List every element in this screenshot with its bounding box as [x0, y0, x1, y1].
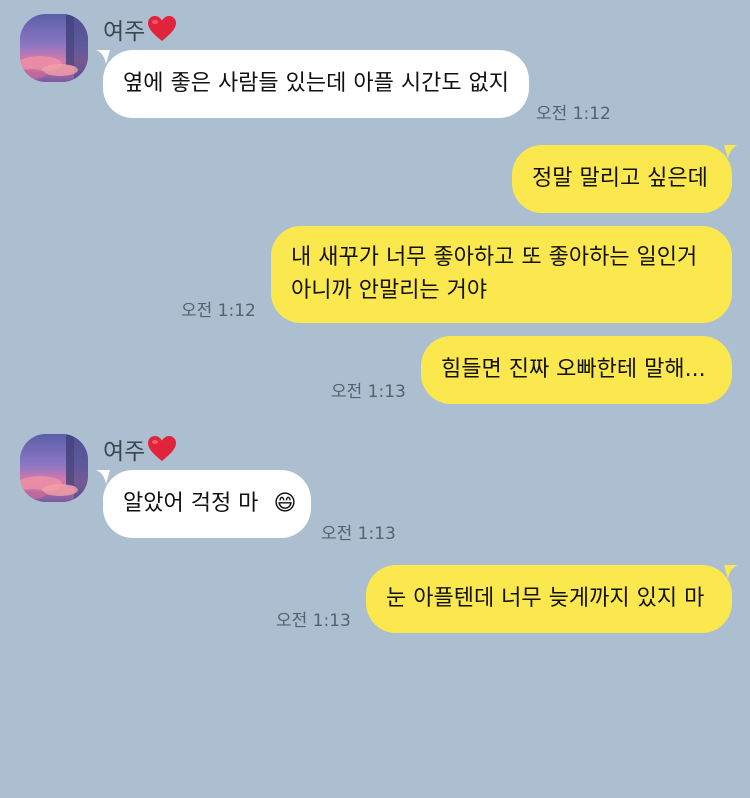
- sender-name: 여주: [103, 439, 146, 465]
- message-bubble-outgoing[interactable]: 힘들면 진짜 오빠한테 말해...: [421, 336, 732, 404]
- sender-name: 여주: [103, 19, 146, 45]
- message-bubble-incoming[interactable]: 옆에 좋은 사람들 있는데 아플 시간도 없지: [103, 50, 530, 118]
- message-time: 오전 1:13: [276, 611, 351, 631]
- message-bubble-incoming[interactable]: 알았어 걱정 마 😄: [103, 470, 311, 538]
- message-time: 오전 1:13: [321, 524, 396, 544]
- message-bubble-outgoing[interactable]: 눈 아플텐데 너무 늦게까지 있지 마: [366, 565, 732, 633]
- message-time: 오전 1:12: [181, 301, 256, 321]
- avatar-image: [20, 434, 88, 502]
- red-heart-icon: [147, 15, 177, 43]
- message-bubble-outgoing[interactable]: 내 새꾸가 너무 좋아하고 또 좋아하는 일인거 아니까 안말리는 거야: [271, 226, 732, 323]
- message-text: 옆에 좋은 사람들 있는데 아플 시간도 없지: [123, 71, 510, 96]
- grinning-emoji: 😄: [273, 491, 297, 516]
- message-text: 힘들면 진짜 오빠한테 말해...: [441, 357, 706, 382]
- message-text-line-1: 내 새꾸가 너무 좋아하고 또 좋아하는 일인거: [291, 245, 698, 270]
- avatar[interactable]: [20, 434, 88, 502]
- message-bubble-outgoing[interactable]: 정말 말리고 싶은데: [512, 145, 732, 213]
- message-text-line-2: 아니까 안말리는 거야: [291, 278, 488, 303]
- message-text: 눈 아플텐데 너무 늦게까지 있지 마: [386, 586, 705, 611]
- sender-name-row: 여주: [103, 12, 177, 46]
- message-time: 오전 1:12: [536, 104, 611, 124]
- avatar-image: [20, 14, 88, 82]
- avatar[interactable]: [20, 14, 88, 82]
- message-time: 오전 1:13: [331, 382, 406, 402]
- red-heart-icon: [147, 435, 177, 463]
- message-text: 정말 말리고 싶은데: [532, 166, 708, 191]
- sender-name-row: 여주: [103, 432, 177, 466]
- message-text: 알았어 걱정 마: [123, 491, 259, 516]
